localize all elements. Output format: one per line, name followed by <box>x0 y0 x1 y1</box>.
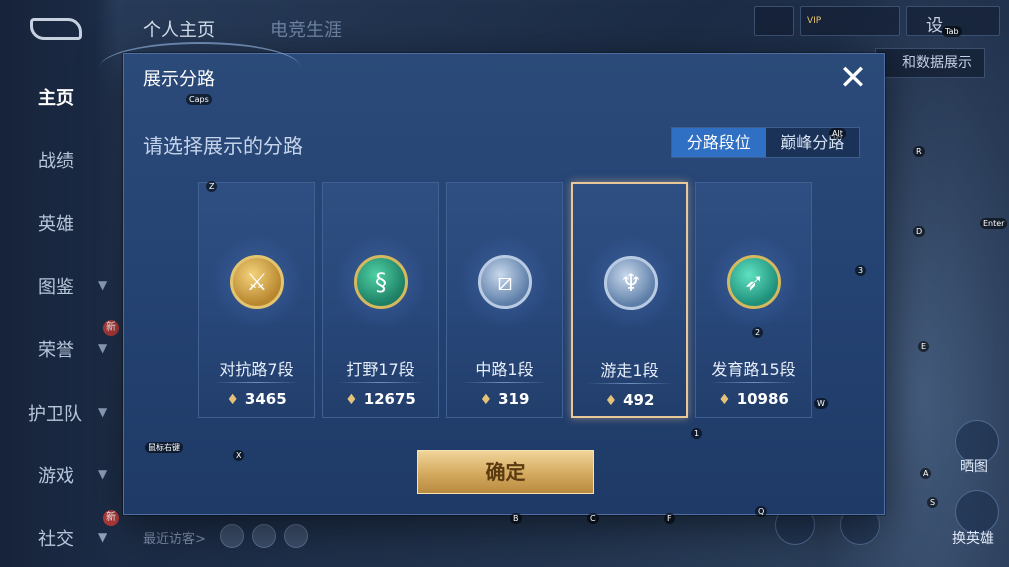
key-hint: C <box>587 513 599 524</box>
new-badge: 新 <box>103 510 119 526</box>
card-score: ♦ 12675 <box>323 390 438 408</box>
lane-card-jungle[interactable]: § 打野17段 ♦ 12675 <box>322 182 439 418</box>
key-hint: Caps <box>186 94 212 105</box>
score-value: 3465 <box>244 390 287 408</box>
key-hint: 2 <box>752 327 764 338</box>
avatar[interactable] <box>252 524 276 548</box>
lane-card-mid[interactable]: ⧄ 中路1段 ♦ 319 <box>446 182 563 418</box>
settings-label: 设 <box>926 16 943 36</box>
key-hint: Alt <box>829 128 846 139</box>
key-hint: F <box>664 513 675 524</box>
recent-visitors-link[interactable]: 最近访客> <box>143 528 206 547</box>
avatar[interactable] <box>220 524 244 548</box>
divider <box>213 382 300 383</box>
chevron-down-icon: ▼ <box>98 530 108 544</box>
silver-wings-icon: ♆ <box>604 256 658 310</box>
key-hint: 3 <box>855 265 867 276</box>
key-hint: 1 <box>691 428 703 439</box>
key-hint: D <box>913 226 926 237</box>
dialog-title: 展示分路 <box>143 69 215 90</box>
key-hint: B <box>510 513 522 524</box>
score-icon: ♦ <box>345 392 358 408</box>
sidebar-item-guard[interactable]: 护卫队 <box>28 400 82 426</box>
logo-icon <box>30 18 82 40</box>
card-score: ♦ 3465 <box>199 390 314 408</box>
score-icon: ♦ <box>718 392 731 408</box>
key-hint: E <box>918 341 930 352</box>
key-hint: Tab <box>942 26 962 37</box>
tab-esports[interactable]: 电竞生涯 <box>270 16 342 42</box>
card-label: 发育路15段 <box>711 360 796 379</box>
avatar[interactable] <box>284 524 308 548</box>
key-hint: 鼠标右键 <box>145 442 183 453</box>
card-label: 打野17段 <box>346 360 415 379</box>
new-badge: 新 <box>103 320 119 336</box>
lane-card-top[interactable]: ⚔ 对抗路7段 ♦ 3465 <box>198 182 315 418</box>
score-value: 492 <box>623 391 655 409</box>
gold-sword-icon: ⚔ <box>230 255 284 309</box>
lane-card-bot[interactable]: ➶ 发育路15段 ♦ 10986 <box>695 182 812 418</box>
score-value: 12675 <box>363 390 416 408</box>
key-hint: Enter <box>980 218 1008 229</box>
green-dragon-icon: § <box>354 255 408 309</box>
tab-profile[interactable]: 个人主页 <box>143 16 215 42</box>
sidebar-item-record[interactable]: 战绩 <box>38 147 74 173</box>
score-icon: ♦ <box>479 392 493 408</box>
vip-badge[interactable]: VIP <box>800 6 900 36</box>
card-label: 游走1段 <box>600 361 659 380</box>
sidebar-item-honor[interactable]: 荣誉 <box>38 336 74 362</box>
chevron-down-icon: ▼ <box>98 467 108 481</box>
card-score: ♦ 10986 <box>696 390 811 408</box>
silver-slash-icon: ⧄ <box>478 255 532 309</box>
card-label: 中路1段 <box>475 360 534 379</box>
chevron-down-icon: ▼ <box>98 341 108 355</box>
tab-lane-rank[interactable]: 分路段位 <box>672 128 766 157</box>
teal-arrow-icon: ➶ <box>727 255 781 309</box>
sidebar-item-home[interactable]: 主页 <box>38 84 74 110</box>
chevron-down-icon: ▼ <box>98 405 108 419</box>
key-hint: S <box>927 497 939 508</box>
chevron-down-icon: ▼ <box>98 278 108 292</box>
card-score: ♦ 319 <box>447 390 562 408</box>
card-label: 对抗路7段 <box>219 360 294 379</box>
divider <box>710 382 797 383</box>
change-hero-label: 换英雄 <box>952 531 994 547</box>
lane-card-roam[interactable]: ♆ 游走1段 ♦ 492 <box>571 182 688 418</box>
score-icon: ♦ <box>226 392 239 408</box>
score-value: 319 <box>498 390 530 408</box>
sidebar-item-games[interactable]: 游戏 <box>38 462 74 488</box>
divider <box>587 383 674 384</box>
divider <box>337 382 424 383</box>
score-icon: ♦ <box>604 393 618 409</box>
key-hint: Q <box>755 506 768 517</box>
lane-display-dialog: 展示分路 ✕ 请选择展示的分路 分路段位 巅峰分路 ⚔ 对抗路7段 ♦ 3465 … <box>100 42 885 515</box>
divider <box>461 382 548 383</box>
sidebar-item-codex[interactable]: 图鉴 <box>38 273 74 299</box>
sidebar-item-social[interactable]: 社交 <box>38 525 74 551</box>
card-score: ♦ 492 <box>573 391 686 409</box>
data-display-button[interactable]: 和数据展示 <box>875 48 985 78</box>
key-hint: R <box>913 146 925 157</box>
confirm-button[interactable]: 确定 <box>417 450 594 494</box>
profile-button[interactable] <box>754 6 794 36</box>
close-icon[interactable]: ✕ <box>836 61 870 96</box>
sidebar-item-heroes[interactable]: 英雄 <box>38 210 74 236</box>
key-hint: W <box>814 398 828 409</box>
dialog-subtitle: 请选择展示的分路 <box>143 134 303 158</box>
share-image-label: 晒图 <box>960 459 988 475</box>
score-value: 10986 <box>736 390 789 408</box>
